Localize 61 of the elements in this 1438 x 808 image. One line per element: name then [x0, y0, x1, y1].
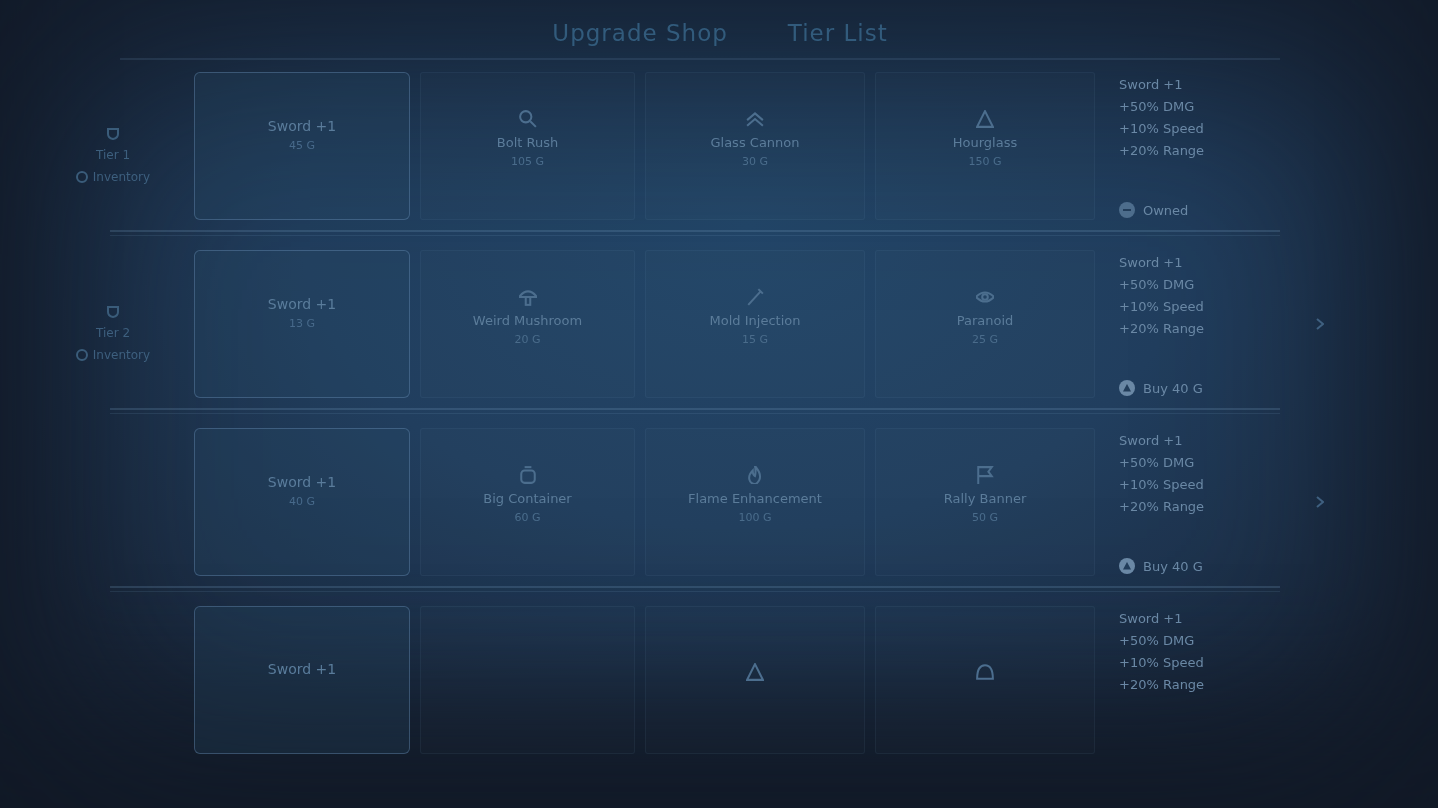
buy-button[interactable]: Buy 40 G: [1119, 380, 1203, 396]
details-title: Sword +1: [1119, 610, 1184, 628]
stat-line: +10% Speed: [1119, 298, 1205, 316]
item-name: Rally Banner: [943, 491, 1027, 506]
item-name: Weird Mushroom: [472, 313, 583, 328]
item-name: Paranoid: [956, 313, 1014, 328]
stat-line: +10% Speed: [1119, 120, 1205, 138]
item-name: Big Container: [483, 491, 572, 506]
triangle-button-icon: [1119, 380, 1135, 396]
item-tile[interactable]: [645, 606, 865, 754]
item-name: Hourglass: [952, 135, 1018, 150]
item-name: Sword +1: [267, 296, 337, 312]
item-name: Sword +1: [267, 118, 337, 134]
shield-icon: [107, 128, 119, 140]
mushroom-icon: [518, 288, 537, 306]
minus-button-icon: [1119, 202, 1135, 218]
stat-line: +10% Speed: [1119, 654, 1205, 672]
dome-icon: [976, 663, 994, 681]
ring-icon: [75, 171, 88, 183]
ring-icon: [75, 349, 88, 361]
details-title: Sword +1: [1119, 254, 1184, 272]
tier-label: Tier 2: [95, 326, 131, 340]
flame-icon: [746, 466, 764, 484]
chevron-right-icon[interactable]: [1316, 318, 1324, 330]
details-title: Sword +1: [1119, 432, 1184, 450]
double-chevron-icon: [746, 110, 764, 128]
tier-label: Tier 1: [95, 148, 131, 162]
stat-line: +20% Range: [1119, 320, 1206, 338]
flag-icon: [976, 466, 994, 484]
jar-icon: [518, 466, 537, 484]
stat-line: +20% Range: [1119, 498, 1206, 516]
stat-line: +50% DMG: [1119, 276, 1196, 294]
stat-line: +10% Speed: [1119, 476, 1205, 494]
owned-button[interactable]: Owned: [1119, 202, 1189, 218]
item-name: Sword +1: [267, 474, 337, 490]
stat-line: +20% Range: [1119, 676, 1206, 694]
page-title: Upgrade Shop: [552, 20, 728, 46]
stat-line: +50% DMG: [1119, 632, 1196, 650]
page-subtitle: Tier List: [787, 20, 888, 46]
item-tile[interactable]: [875, 606, 1095, 754]
stat-line: +50% DMG: [1119, 98, 1196, 116]
stat-line: +20% Range: [1119, 142, 1206, 160]
inventory-link[interactable]: Inventory: [75, 348, 151, 362]
magnifier-icon: [518, 110, 537, 128]
item-tile[interactable]: [420, 606, 635, 754]
chevron-right-icon[interactable]: [1316, 496, 1324, 508]
stat-line: +50% DMG: [1119, 454, 1196, 472]
item-name: Glass Cannon: [710, 135, 800, 150]
item-name: Sword +1: [267, 661, 337, 677]
inventory-link[interactable]: Inventory: [75, 170, 151, 184]
eye-icon: [976, 288, 994, 306]
triangle-button-icon: [1119, 558, 1135, 574]
needle-icon: [746, 288, 764, 306]
item-name: Bolt Rush: [496, 135, 559, 150]
triangle-icon: [746, 663, 764, 681]
shield-icon: [107, 306, 119, 318]
item-name: Flame Enhancement: [688, 491, 822, 506]
equipped-item-card[interactable]: Sword +1: [194, 606, 410, 754]
triangle-icon: [976, 110, 994, 128]
details-title: Sword +1: [1119, 76, 1184, 94]
buy-button[interactable]: Buy 40 G: [1119, 558, 1203, 574]
